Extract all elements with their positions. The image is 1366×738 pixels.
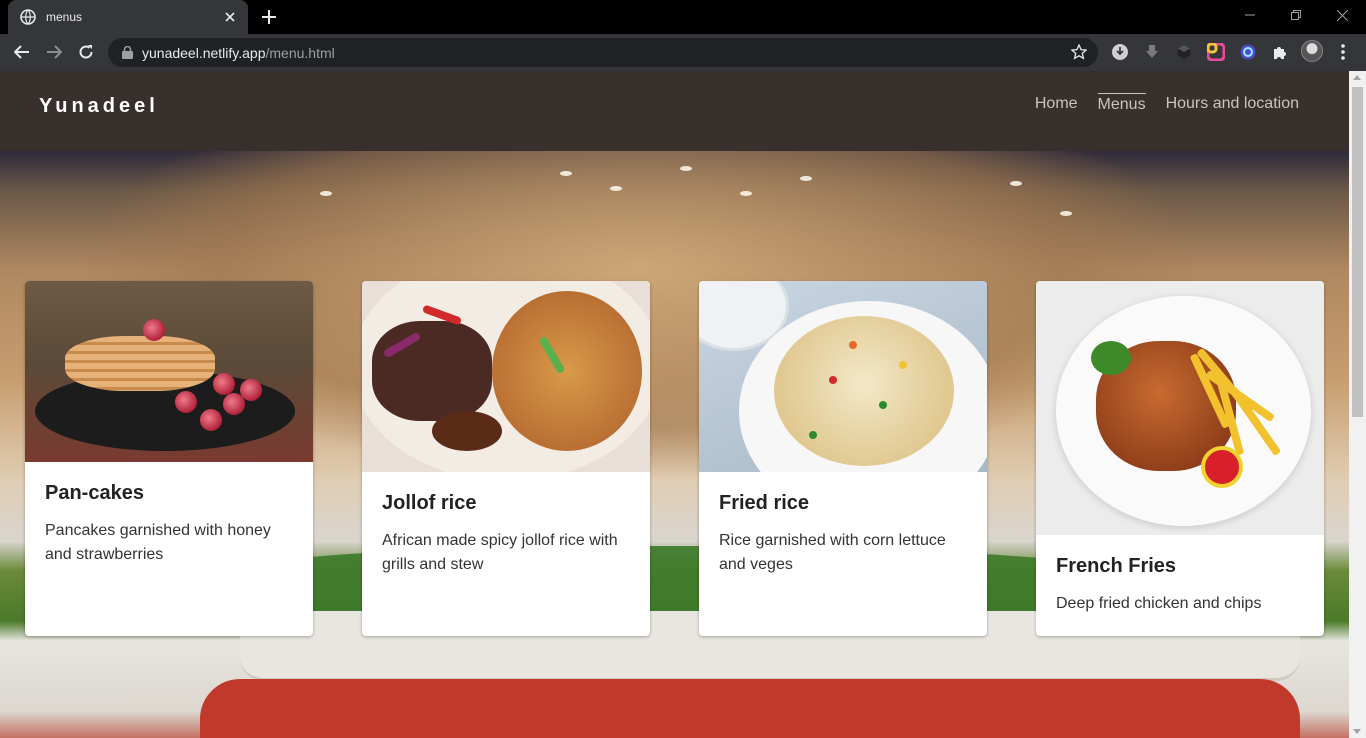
profile-avatar[interactable] bbox=[1301, 40, 1323, 62]
nav-hours-and-location[interactable]: Hours and location bbox=[1166, 93, 1299, 114]
main-nav: Home Menus Hours and location bbox=[1035, 93, 1299, 114]
parsley-garnish bbox=[1091, 341, 1131, 375]
pancakes-image bbox=[25, 281, 313, 462]
nav-menus[interactable]: Menus bbox=[1097, 93, 1146, 114]
download-manager-icon[interactable] bbox=[1142, 42, 1162, 62]
browser-toolbar: yunadeel.netlify.app/menu.html bbox=[0, 34, 1366, 71]
sesame-seed bbox=[800, 176, 812, 181]
card-body: French Fries Deep fried chicken and chip… bbox=[1036, 535, 1324, 616]
raspberry bbox=[143, 319, 165, 341]
bookmark-star-icon[interactable] bbox=[1070, 43, 1088, 61]
sesame-seed bbox=[1060, 211, 1072, 216]
tomato-layer bbox=[200, 679, 1300, 738]
sesame-seed bbox=[740, 191, 752, 196]
menu-card-fried-rice[interactable]: Fried rice Rice garnished with corn lett… bbox=[699, 281, 987, 636]
card-description: Rice garnished with corn lettuce and veg… bbox=[719, 532, 946, 573]
card-title: Fried rice bbox=[719, 492, 810, 514]
hero-background: Pan-cakes Pancakes garnished with honey … bbox=[0, 151, 1349, 738]
stew bbox=[432, 411, 502, 451]
card-body: Jollof rice African made spicy jollof ri… bbox=[362, 472, 650, 577]
tab-title: menus bbox=[46, 10, 83, 24]
window-close-icon[interactable] bbox=[1328, 4, 1356, 26]
more-menu-icon[interactable] bbox=[1333, 42, 1353, 62]
page-scrollbar[interactable] bbox=[1349, 71, 1366, 738]
french-fries-image bbox=[1036, 281, 1324, 535]
raspberry bbox=[200, 409, 222, 431]
pancake-stack bbox=[65, 336, 215, 391]
card-title: Pan-cakes bbox=[45, 482, 144, 504]
card-body: Pan-cakes Pancakes garnished with honey … bbox=[25, 462, 313, 567]
card-title: Jollof rice bbox=[382, 492, 477, 514]
carrot-piece bbox=[849, 341, 857, 349]
nav-home[interactable]: Home bbox=[1035, 93, 1078, 114]
globe-icon bbox=[20, 9, 36, 25]
raspberry bbox=[213, 373, 235, 395]
card-description: Pancakes garnished with honey and strawb… bbox=[45, 522, 271, 563]
ketchup-cup bbox=[1201, 446, 1243, 488]
sesame-seed bbox=[610, 186, 622, 191]
pea bbox=[879, 401, 887, 409]
fried-rice-image bbox=[699, 281, 987, 472]
carrot-piece bbox=[829, 376, 837, 384]
card-title: French Fries bbox=[1056, 555, 1177, 577]
cube-extension-icon[interactable] bbox=[1174, 42, 1194, 62]
reload-icon[interactable] bbox=[74, 40, 98, 64]
raspberry bbox=[175, 391, 197, 413]
card-body: Fried rice Rice garnished with corn lett… bbox=[699, 472, 987, 577]
grilled-meat bbox=[372, 321, 492, 421]
minimize-icon[interactable] bbox=[1236, 4, 1264, 26]
url-path: /menu.html bbox=[265, 44, 335, 61]
browser-tab[interactable]: menus bbox=[8, 0, 248, 34]
menu-card-french-fries[interactable]: French Fries Deep fried chicken and chip… bbox=[1036, 281, 1324, 636]
forward-icon[interactable] bbox=[42, 40, 66, 64]
menu-card-pancakes[interactable]: Pan-cakes Pancakes garnished with honey … bbox=[25, 281, 313, 636]
pea bbox=[809, 431, 817, 439]
sesame-seed bbox=[680, 166, 692, 171]
url-text: yunadeel.netlify.app/menu.html bbox=[142, 45, 335, 61]
raspberry bbox=[240, 379, 262, 401]
address-bar[interactable]: yunadeel.netlify.app/menu.html bbox=[108, 38, 1098, 67]
url-host: yunadeel.netlify.app bbox=[142, 44, 266, 61]
extensions-puzzle-icon[interactable] bbox=[1270, 42, 1290, 62]
scrollbar-thumb[interactable] bbox=[1352, 87, 1363, 417]
menu-card-jollof-rice[interactable]: Jollof rice African made spicy jollof ri… bbox=[362, 281, 650, 636]
card-description: Deep fried chicken and chips bbox=[1056, 595, 1262, 612]
back-icon[interactable] bbox=[10, 40, 34, 64]
site-brand[interactable]: Yunadeel bbox=[39, 95, 159, 118]
scroll-up-arrow-icon[interactable] bbox=[1353, 75, 1361, 80]
new-tab-button[interactable] bbox=[258, 6, 280, 28]
sesame-seed bbox=[1010, 181, 1022, 186]
download-icon[interactable] bbox=[1110, 42, 1130, 62]
jollof-rice-image bbox=[362, 281, 650, 472]
scroll-down-arrow-icon[interactable] bbox=[1353, 729, 1361, 734]
close-icon[interactable] bbox=[222, 9, 238, 25]
corn bbox=[899, 361, 907, 369]
card-description: African made spicy jollof rice with gril… bbox=[382, 532, 618, 573]
restore-icon[interactable] bbox=[1282, 4, 1310, 26]
lock-icon bbox=[120, 46, 134, 60]
browser-tab-strip: menus bbox=[0, 0, 1366, 34]
jollof-rice bbox=[492, 291, 642, 451]
site-header: Yunadeel Home Menus Hours and location bbox=[0, 71, 1349, 151]
sesame-seed bbox=[560, 171, 572, 176]
target-extension-icon[interactable] bbox=[1238, 42, 1258, 62]
fried-rice bbox=[774, 316, 954, 466]
page-viewport: Yunadeel Home Menus Hours and location P… bbox=[0, 71, 1349, 738]
sesame-seed bbox=[320, 191, 332, 196]
color-picker-extension-icon[interactable] bbox=[1206, 42, 1226, 62]
